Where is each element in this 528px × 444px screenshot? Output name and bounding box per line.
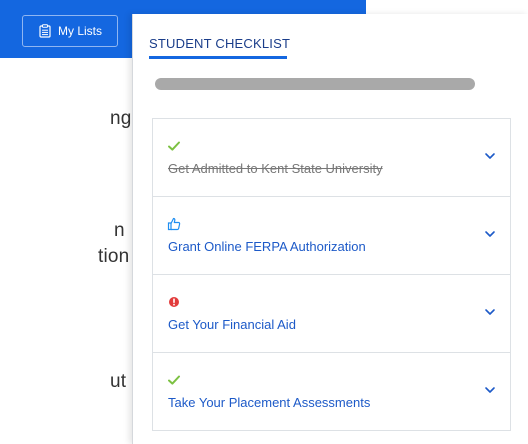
my-lists-button[interactable]: My Lists <box>22 15 118 47</box>
checklist-item[interactable]: Get Admitted to Kent State University <box>153 119 510 197</box>
clipboard-list-icon <box>38 24 52 38</box>
checklist-item-label: Take Your Placement Assessments <box>168 395 371 410</box>
alert-icon <box>167 295 181 309</box>
checklist-panel: STUDENT CHECKLIST Get Admitted to Kent S… <box>132 14 528 444</box>
background-text: tion <box>98 246 130 267</box>
checklist-item[interactable]: Grant Online FERPA Authorization <box>153 197 510 275</box>
chevron-down-icon[interactable] <box>484 385 496 395</box>
checklist-item-label: Grant Online FERPA Authorization <box>168 239 366 254</box>
checklist-list: Get Admitted to Kent State University Gr… <box>152 118 511 431</box>
checklist-title: STUDENT CHECKLIST <box>149 36 291 51</box>
checklist-item-label: Get Admitted to Kent State University <box>168 161 383 176</box>
checklist-item[interactable]: Take Your Placement Assessments <box>153 353 510 431</box>
background-text: ng <box>110 108 132 129</box>
chevron-down-icon[interactable] <box>484 229 496 239</box>
checklist-item-label: Get Your Financial Aid <box>168 317 296 332</box>
chevron-down-icon[interactable] <box>484 307 496 317</box>
check-icon <box>167 139 181 153</box>
thumbs-up-icon <box>167 217 181 231</box>
title-underline <box>149 56 287 59</box>
checklist-item[interactable]: Get Your Financial Aid <box>153 275 510 353</box>
background-text: ut <box>110 371 127 392</box>
checklist-progress-bar <box>155 78 475 90</box>
chevron-down-icon[interactable] <box>484 151 496 161</box>
background-text: n <box>114 220 125 241</box>
my-lists-label: My Lists <box>57 24 102 38</box>
check-icon <box>167 373 181 387</box>
